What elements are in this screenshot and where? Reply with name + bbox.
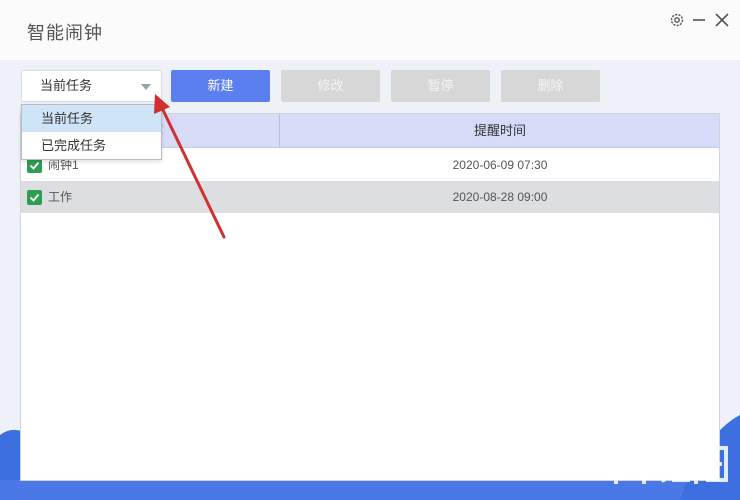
row-checkbox[interactable] — [27, 190, 42, 205]
title-bar: 智能闹钟 — [0, 0, 740, 60]
row-time: 2020-06-09 07:30 — [452, 158, 548, 172]
minimize-icon[interactable] — [689, 10, 709, 30]
task-filter-select[interactable]: 当前任务 — [21, 70, 162, 102]
row-name: 工作 — [48, 190, 73, 204]
checkmark-icon — [29, 193, 40, 202]
checkmark-icon — [29, 161, 40, 170]
row-checkbox[interactable] — [27, 158, 42, 173]
task-filter-dropdown: 当前任务 已完成任务 — [21, 104, 162, 160]
task-filter-value: 当前任务 — [40, 78, 93, 93]
new-button[interactable]: 新建 — [171, 70, 270, 102]
task-table: 名称 提醒时间 闹钟1 2020-06-09 07:30 工作 2020-08-… — [20, 113, 720, 481]
edit-button[interactable]: 修改 — [281, 70, 380, 102]
gear-icon[interactable] — [667, 10, 687, 30]
dropdown-option-current[interactable]: 当前任务 — [22, 105, 161, 132]
delete-button[interactable]: 删除 — [501, 70, 600, 102]
close-icon[interactable] — [712, 10, 732, 30]
watermark-logo — [600, 444, 728, 484]
row-time: 2020-08-28 09:00 — [452, 190, 548, 204]
column-header-time[interactable]: 提醒时间 — [281, 114, 719, 147]
table-row[interactable]: 工作 2020-08-28 09:00 — [21, 181, 719, 213]
chevron-down-icon[interactable] — [141, 84, 151, 90]
app-title: 智能闹钟 — [27, 23, 103, 43]
dropdown-option-completed[interactable]: 已完成任务 — [22, 132, 161, 159]
pause-button[interactable]: 暂停 — [391, 70, 490, 102]
